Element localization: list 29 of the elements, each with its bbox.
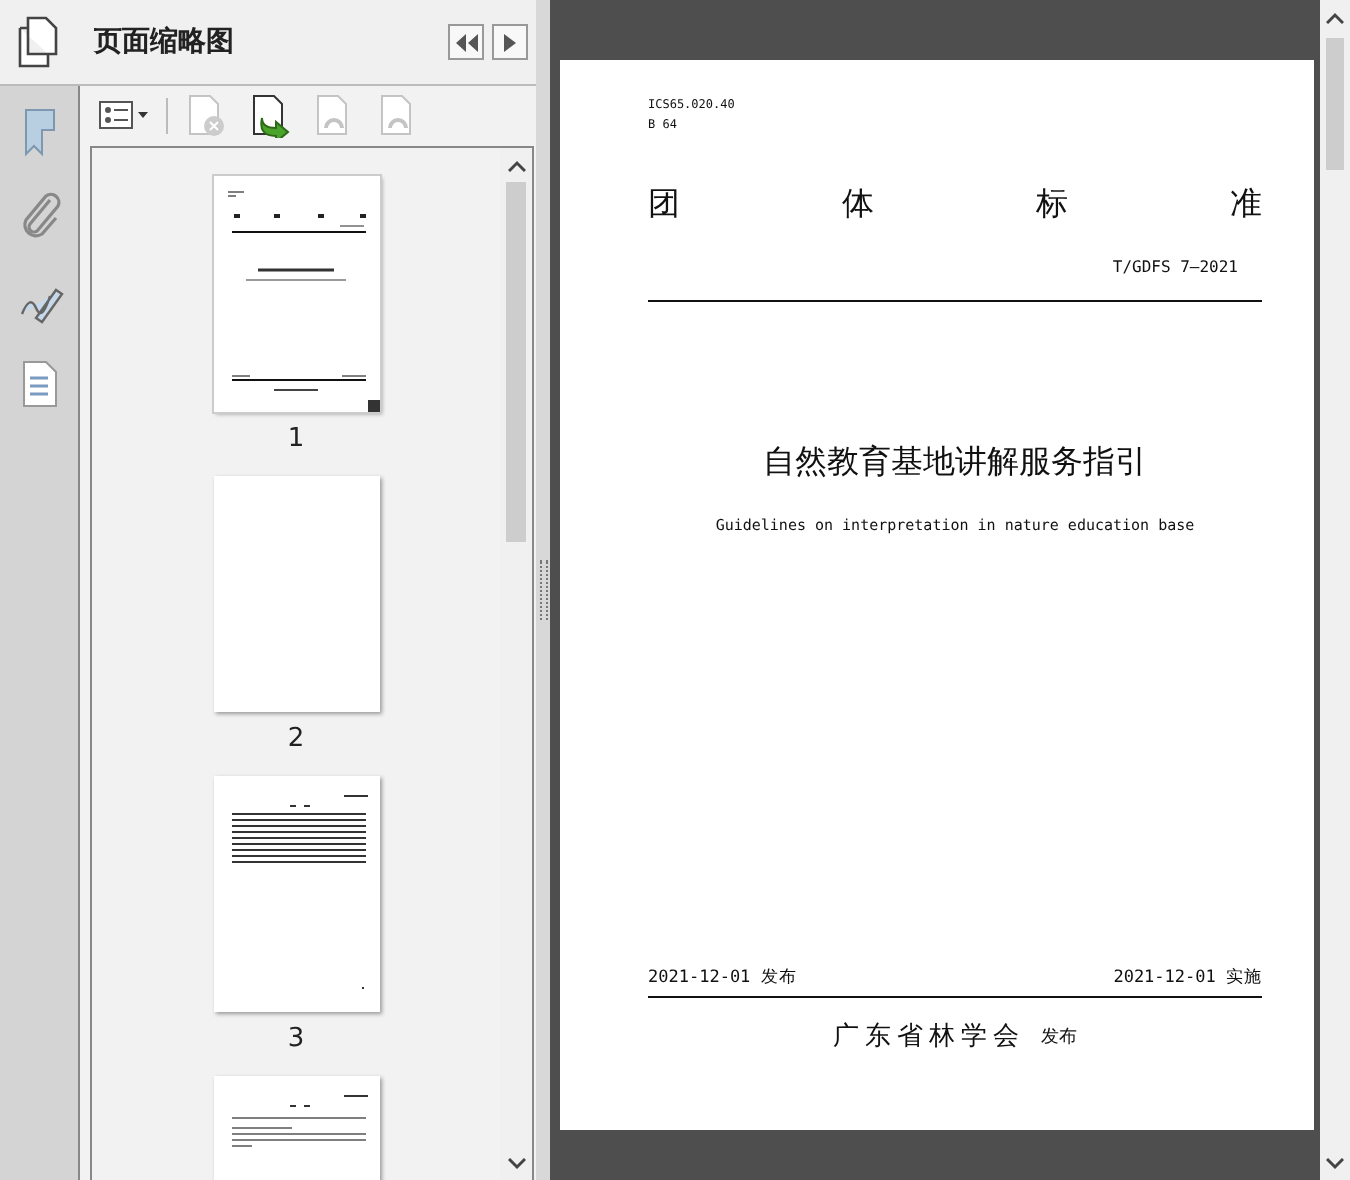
page-thumbnail[interactable] bbox=[213, 176, 379, 412]
scroll-thumb[interactable] bbox=[1326, 38, 1344, 170]
page-thumbnail[interactable] bbox=[213, 776, 379, 1012]
page-thumbnail[interactable] bbox=[213, 476, 379, 712]
publisher-name: 广东省林学会 bbox=[833, 1020, 1025, 1054]
page-number: 3 bbox=[287, 1024, 305, 1056]
page-number: 2 bbox=[287, 724, 305, 756]
panel-title: 页面缩略图 bbox=[94, 24, 236, 60]
publisher-note: 发布 bbox=[1041, 1025, 1077, 1049]
heading-character: 准 bbox=[1230, 184, 1262, 226]
issue-date: 2021-12-01 发布 bbox=[648, 966, 797, 990]
standard-number: T/GDFS 7—2021 bbox=[1112, 258, 1238, 276]
scroll-down-icon[interactable] bbox=[1326, 1157, 1344, 1169]
resize-handle[interactable] bbox=[367, 400, 379, 412]
page-number: 1 bbox=[287, 424, 305, 456]
heading-character: 团 bbox=[648, 184, 680, 226]
heading-character: 标 bbox=[1036, 184, 1068, 226]
scroll-up-icon[interactable] bbox=[507, 159, 525, 171]
scroll-thumb[interactable] bbox=[506, 182, 526, 542]
collapse-button[interactable] bbox=[448, 24, 484, 60]
effective-date: 2021-12-01 实施 bbox=[1113, 966, 1262, 990]
scroll-up-icon[interactable] bbox=[1326, 11, 1344, 23]
expand-button[interactable] bbox=[492, 24, 528, 60]
right-arrow-icon bbox=[504, 33, 516, 51]
heading-character: 体 bbox=[842, 184, 874, 226]
scroll-down-icon[interactable] bbox=[507, 1157, 525, 1169]
scrollbar[interactable] bbox=[1320, 0, 1350, 1180]
double-left-arrow-icon bbox=[455, 33, 477, 51]
document-title: 自然教育基地讲解服务指引 bbox=[763, 442, 1147, 484]
